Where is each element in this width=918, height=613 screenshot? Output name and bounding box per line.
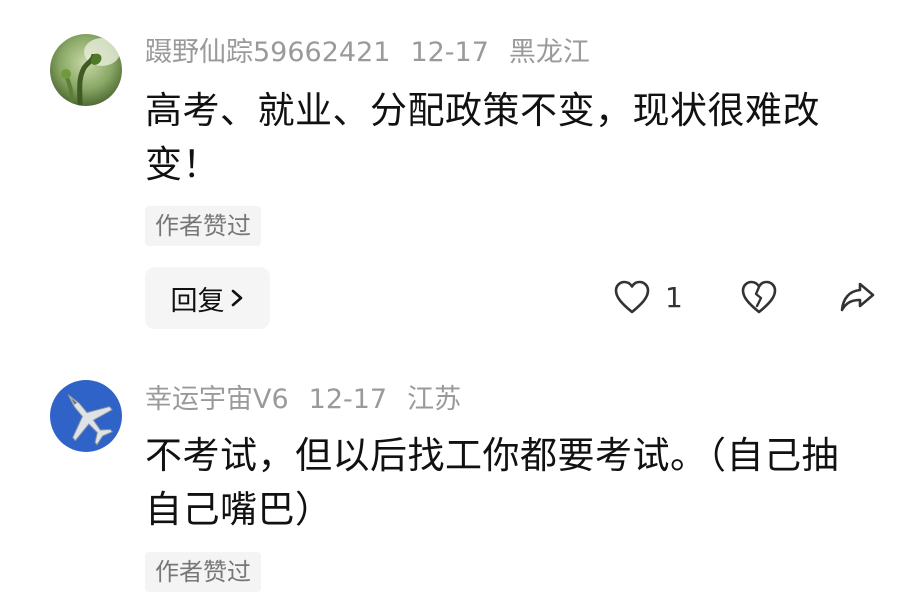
username[interactable]: 幸运宇宙V6 [145,384,289,415]
author-liked-badge: 作者赞过 [145,552,261,592]
author-liked-badge: 作者赞过 [145,206,261,246]
username[interactable]: 蹑野仙踪59662421 [145,37,390,68]
comment-location: 江苏 [407,384,462,415]
comment-text: 高考、就业、分配政策不变，现状很难改变！ [145,89,820,186]
fighter-jet-avatar-icon [50,380,122,452]
reply-button[interactable]: 回复 [145,267,270,329]
dislike-button[interactable] [740,279,778,315]
plant-sprout-avatar-icon [50,34,122,106]
comment-meta: 蹑野仙踪59662421 12-17 黑龙江 [145,36,590,70]
avatar[interactable] [50,380,122,452]
comment-date: 12-17 [308,384,388,415]
chevron-right-icon [231,289,242,307]
avatar[interactable] [50,34,122,106]
share-button[interactable] [838,279,876,315]
comment-date: 12-17 [410,37,489,68]
comment-meta: 幸运宇宙V6 12-17 江苏 [145,383,461,417]
like-count: 1 [665,280,683,314]
comment-location: 黑龙江 [508,37,590,68]
reply-label: 回复 [170,285,225,317]
broken-heart-icon [741,280,777,314]
heart-icon [614,280,650,314]
comment-text: 不考试，但以后找工你都要考试。（自己抽自己嘴巴） [145,434,839,531]
like-button[interactable]: 1 [613,279,683,315]
share-arrow-icon [840,282,875,312]
